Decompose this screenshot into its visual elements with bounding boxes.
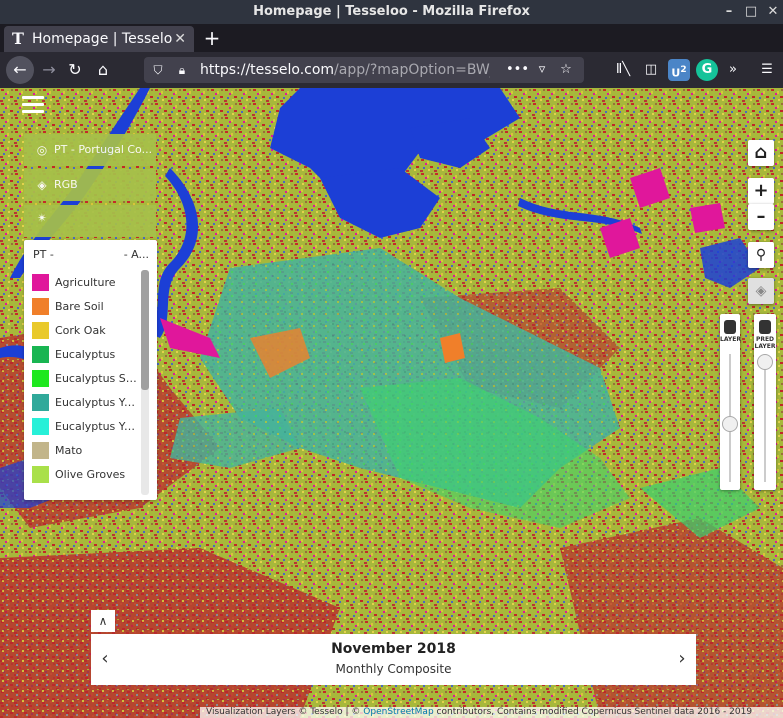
browser-window: Homepage | Tesseloo - Mozilla Firefox – … — [0, 0, 783, 718]
legend-swatch — [32, 322, 49, 339]
legend-label: Eucalyptus Yo... — [55, 420, 140, 433]
legend-swatch — [32, 370, 49, 387]
overflow-menu-icon[interactable]: » — [722, 59, 744, 81]
slider-label: PRED LAYER — [754, 336, 776, 350]
window-titlebar: Homepage | Tesseloo - Mozilla Firefox – … — [0, 0, 783, 24]
page-actions-icon[interactable]: ••• — [506, 60, 529, 80]
tesselo-favicon-icon: T — [12, 29, 24, 48]
legend-swatch — [32, 394, 49, 411]
menu-hamburger-icon[interactable] — [22, 96, 44, 114]
rgb-label: RGB — [54, 178, 78, 191]
legend-label: Mato — [55, 444, 83, 457]
map-home-button[interactable]: ⌂ — [748, 140, 774, 166]
slider-knob[interactable] — [757, 354, 773, 370]
ublock-extension-icon[interactable]: U2 — [668, 59, 690, 81]
url-text[interactable]: https://tesselo.com/app/?mapOption=BW_C — [200, 57, 490, 83]
layers-stack-icon: ◈ — [37, 178, 47, 192]
tracking-shield-icon[interactable]: ⛉ — [150, 60, 166, 80]
legend-item: Agriculture — [32, 271, 144, 295]
pred-layer-toggle-switch[interactable] — [759, 320, 771, 334]
timebar-collapse-button[interactable]: ∧ — [91, 610, 115, 632]
lock-icon[interactable]: 🔒︎ — [174, 60, 190, 80]
pocket-icon[interactable]: ▿ — [532, 60, 552, 80]
pred-layer-opacity-slider[interactable]: PRED LAYER — [754, 314, 776, 490]
zoom-in-button[interactable]: + — [748, 178, 774, 204]
close-window-icon[interactable]: ✕ — [762, 0, 783, 24]
legend-header-left: PT - — [33, 248, 54, 261]
hamburger-menu-icon[interactable]: ☰ — [756, 59, 778, 81]
new-tab-button[interactable]: + — [202, 24, 222, 52]
region-label: PT - Portugal Co... — [54, 143, 152, 156]
time-title: November 2018 — [331, 641, 456, 657]
legend-label: Eucalyptus — [55, 348, 116, 361]
legend-label: Bare Soil — [55, 300, 104, 313]
legend-scrollbar[interactable] — [141, 270, 149, 495]
legend-swatch — [32, 442, 49, 459]
legend-item: Mato — [32, 439, 144, 463]
legend-swatch — [32, 346, 49, 363]
legend-label: Eucalyptus Yo... — [55, 396, 140, 409]
time-selector: ‹ November 2018 Monthly Composite › — [91, 634, 696, 685]
legend-label: Cork Oak — [55, 324, 106, 337]
close-tab-icon[interactable]: ✕ — [174, 26, 186, 52]
back-button[interactable]: ← — [6, 56, 34, 84]
legend-swatch — [32, 418, 49, 435]
legend-label: Eucalyptus Spa... — [55, 372, 140, 385]
region-selector-button[interactable]: ◎ PT - Portugal Co... — [24, 134, 156, 166]
legend-item: Eucalyptus Spa... — [32, 367, 144, 391]
map-attribution: Visualization Layers © Tesselo | © OpenS… — [200, 707, 783, 718]
url-path: /app/?mapOption=BW_C — [334, 62, 490, 78]
tab-title: Homepage | Tesselo — [32, 31, 173, 47]
legend-item: Olive Groves — [32, 463, 144, 487]
legend-item: Eucalyptus — [32, 343, 144, 367]
target-icon: ◎ — [36, 143, 48, 157]
time-subtitle: Monthly Composite — [335, 662, 452, 676]
legend-item: Eucalyptus Yo... — [32, 415, 144, 439]
navigation-toolbar: ← → ↻ ⌂ ⛉ 🔒︎ https://tesselo.com/app/?ma… — [0, 52, 783, 88]
legend-item: Cork Oak — [32, 319, 144, 343]
layer-toggle-switch[interactable] — [724, 320, 736, 334]
grammarly-extension-icon[interactable]: G — [696, 59, 718, 81]
leaf-icon: ✴ — [36, 211, 48, 225]
zoom-out-button[interactable]: – — [748, 204, 774, 230]
window-title: Homepage | Tesseloo - Mozilla Firefox — [253, 4, 530, 19]
address-bar[interactable]: ⛉ 🔒︎ https://tesselo.com/app/?mapOption=… — [144, 57, 584, 83]
legend-label: Agriculture — [55, 276, 116, 289]
attribution-suffix: contributors, Contains modified Copernic… — [436, 707, 753, 717]
slider-knob[interactable] — [722, 415, 738, 432]
maximize-icon[interactable]: □ — [740, 0, 762, 24]
bookmark-star-icon[interactable]: ☆ — [556, 60, 576, 80]
sidebar-toggle-icon[interactable]: ◫ — [640, 59, 662, 81]
legend-swatch — [32, 274, 49, 291]
legend-header-right: - A... — [123, 248, 149, 261]
map-search-button[interactable]: ⚲ — [748, 242, 774, 268]
next-month-button[interactable]: › — [672, 646, 692, 672]
attribution-prefix: Visualization Layers © Tesselo | © — [206, 707, 361, 717]
legend-scrollbar-thumb[interactable] — [141, 270, 149, 390]
home-button[interactable]: ⌂ — [90, 58, 116, 82]
slider-track[interactable] — [764, 354, 766, 482]
forward-button[interactable]: → — [36, 58, 62, 82]
layer-opacity-slider[interactable]: LAYER — [720, 314, 741, 490]
map-view[interactable]: ◎ PT - Portugal Co... ◈ RGB ✴ PT - - A..… — [0, 88, 783, 718]
openstreetmap-link[interactable]: OpenStreetMap — [363, 707, 433, 717]
legend-item: Eucalyptus Yo... — [32, 391, 144, 415]
legend-panel: PT - - A... Agriculture Bare Soil Cork O… — [24, 240, 157, 500]
legend-item: Bare Soil — [32, 295, 144, 319]
prediction-layer-button[interactable]: ✴ — [24, 205, 156, 237]
minimize-icon[interactable]: – — [718, 0, 740, 24]
tab-strip: T Homepage | Tesselo ✕ + — [0, 24, 783, 52]
rgb-layer-button[interactable]: ◈ RGB — [24, 169, 156, 201]
legend-swatch — [32, 466, 49, 483]
library-icon[interactable]: Ⅱ╲ — [612, 59, 634, 81]
legend-label: Olive Groves — [55, 468, 126, 481]
legend-swatch — [32, 298, 49, 315]
layer-switcher-button[interactable]: ◈ — [748, 278, 774, 304]
slider-label: LAYER — [720, 336, 741, 343]
url-host: https://tesselo.com — [200, 62, 335, 78]
tab-homepage[interactable]: T Homepage | Tesselo ✕ — [4, 26, 194, 52]
reload-button[interactable]: ↻ — [62, 58, 88, 82]
